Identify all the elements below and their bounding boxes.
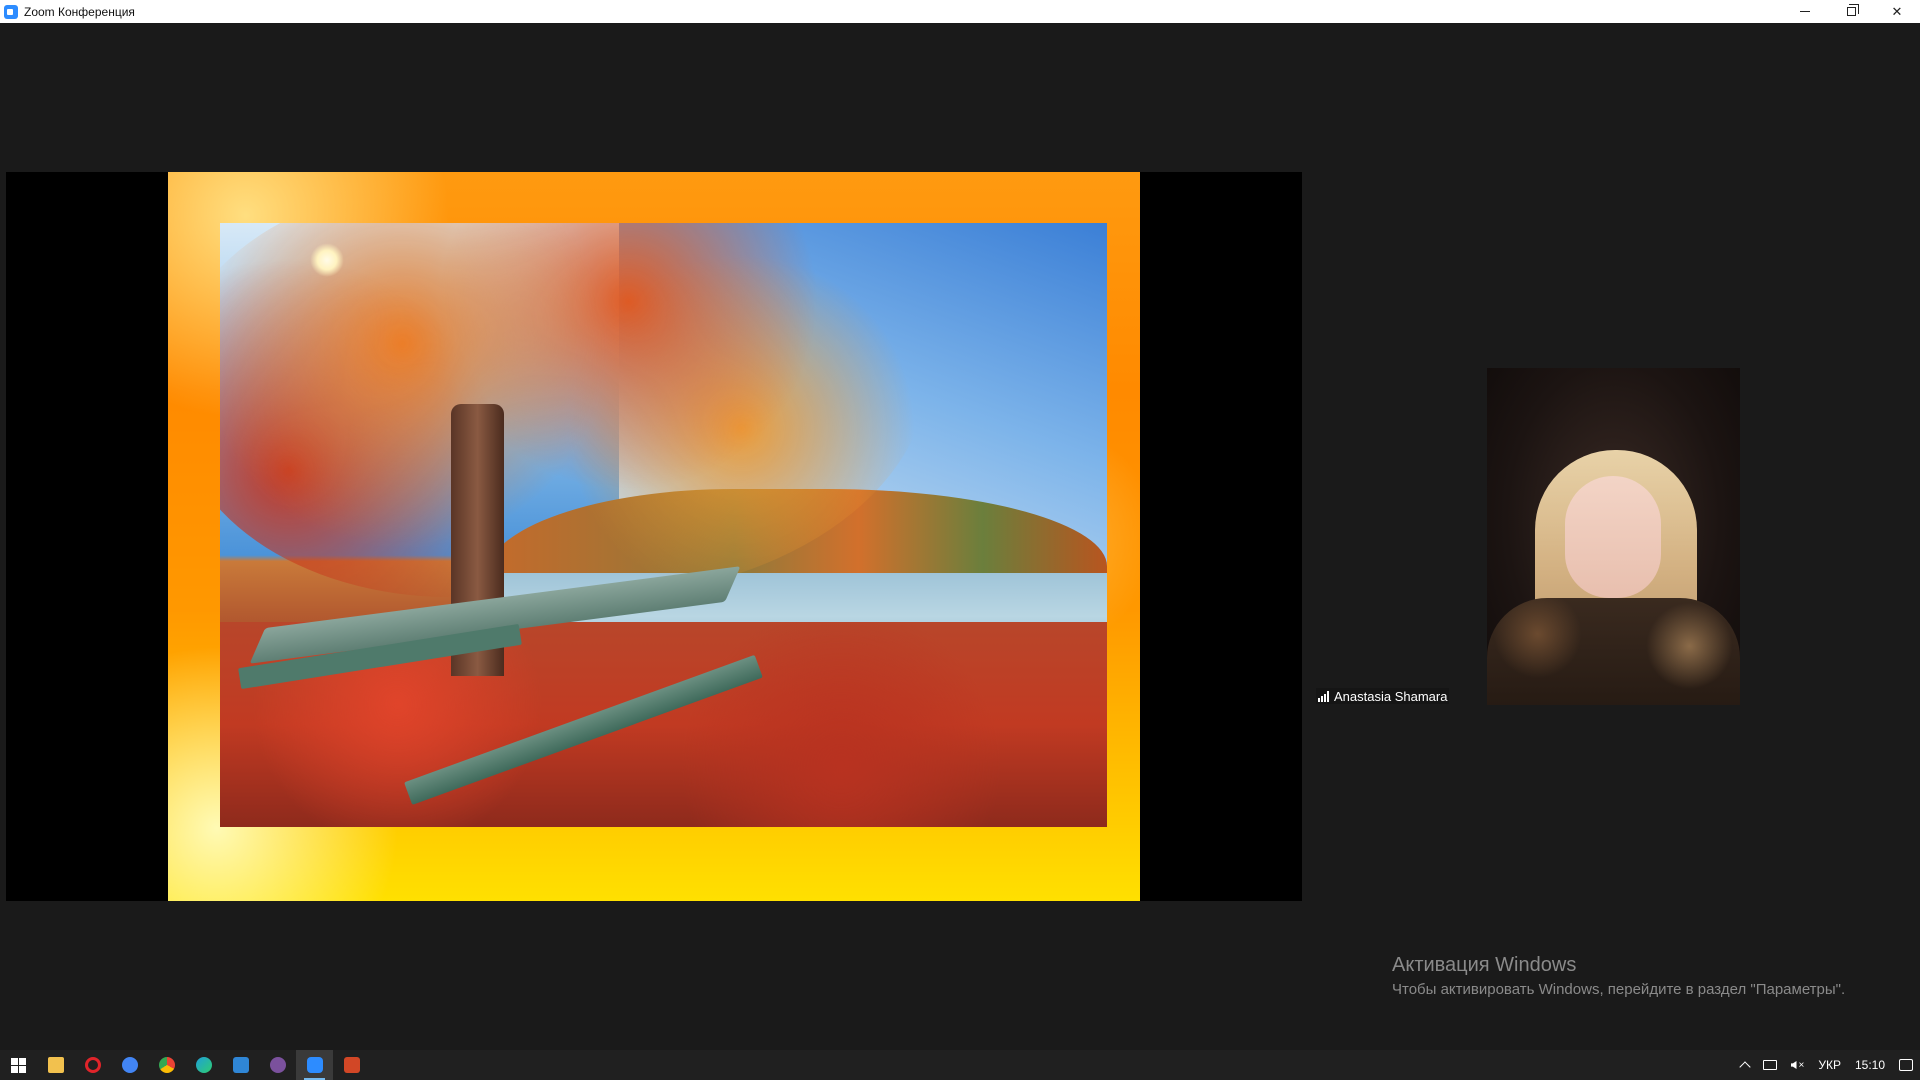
volume-muted-icon	[1790, 1061, 1797, 1069]
window-controls: ✕	[1782, 0, 1920, 23]
network-button[interactable]	[1756, 1060, 1784, 1070]
google-icon	[121, 1057, 138, 1073]
minimize-icon	[1800, 11, 1810, 12]
taskbar-chrome[interactable]	[148, 1050, 185, 1080]
autumn-landscape-image	[220, 223, 1107, 827]
participant-face	[1565, 476, 1661, 598]
taskbar-opera[interactable]	[74, 1050, 111, 1080]
taskbar-google[interactable]	[111, 1050, 148, 1080]
participant-name-label: Anastasia Shamara	[1316, 688, 1450, 704]
taskbar-photos[interactable]	[222, 1050, 259, 1080]
zoom-icon	[4, 4, 18, 19]
folder-icon	[47, 1057, 64, 1073]
edge-icon	[195, 1057, 212, 1073]
chrome-icon	[158, 1057, 175, 1073]
participant-clothes	[1487, 598, 1740, 705]
participant-video[interactable]	[1487, 368, 1740, 705]
close-icon: ✕	[1891, 3, 1903, 19]
restore-button[interactable]	[1828, 0, 1874, 23]
activation-subtitle: Чтобы активировать Windows, перейдите в …	[1392, 981, 1846, 998]
notifications-button[interactable]	[1892, 1059, 1920, 1071]
taskbar-zoom[interactable]	[296, 1050, 333, 1080]
clock[interactable]: 15:10	[1848, 1058, 1892, 1072]
restore-icon	[1846, 4, 1859, 16]
minimize-button[interactable]	[1782, 0, 1828, 23]
title-bar: Zoom Конференция ✕	[0, 0, 1920, 23]
viber-icon	[269, 1057, 286, 1073]
network-icon	[1762, 1060, 1777, 1070]
shared-screen	[6, 172, 1302, 901]
participant-name: Anastasia Shamara	[1334, 688, 1448, 704]
powerpoint-icon	[343, 1057, 360, 1073]
system-tray: × УКР 15:10	[1734, 1050, 1920, 1080]
start-button[interactable]	[0, 1050, 37, 1080]
language-indicator[interactable]: УКР	[1811, 1058, 1848, 1072]
windows-activation-watermark: Активация Windows Чтобы активировать Win…	[1392, 954, 1845, 998]
notification-icon	[1899, 1059, 1913, 1071]
zoom-icon	[306, 1057, 323, 1073]
taskbar-viber[interactable]	[259, 1050, 296, 1080]
activation-title: Активация Windows	[1392, 954, 1577, 976]
taskbar-file-explorer[interactable]	[37, 1050, 74, 1080]
taskbar: × УКР 15:10	[0, 1050, 1920, 1080]
taskbar-edge[interactable]	[185, 1050, 222, 1080]
chevron-up-icon	[1738, 1061, 1751, 1073]
close-button[interactable]: ✕	[1874, 0, 1920, 23]
window-title: Zoom Конференция	[24, 4, 135, 19]
opera-icon	[84, 1057, 101, 1073]
signal-bars-icon	[1318, 690, 1329, 702]
photos-icon	[232, 1057, 249, 1073]
volume-button[interactable]: ×	[1784, 1060, 1812, 1071]
presentation-slide	[168, 172, 1140, 901]
windows-start-icon	[11, 1057, 26, 1073]
sun-flare	[310, 243, 344, 277]
show-hidden-icons-button[interactable]	[1734, 1059, 1756, 1073]
taskbar-powerpoint[interactable]	[333, 1050, 370, 1080]
